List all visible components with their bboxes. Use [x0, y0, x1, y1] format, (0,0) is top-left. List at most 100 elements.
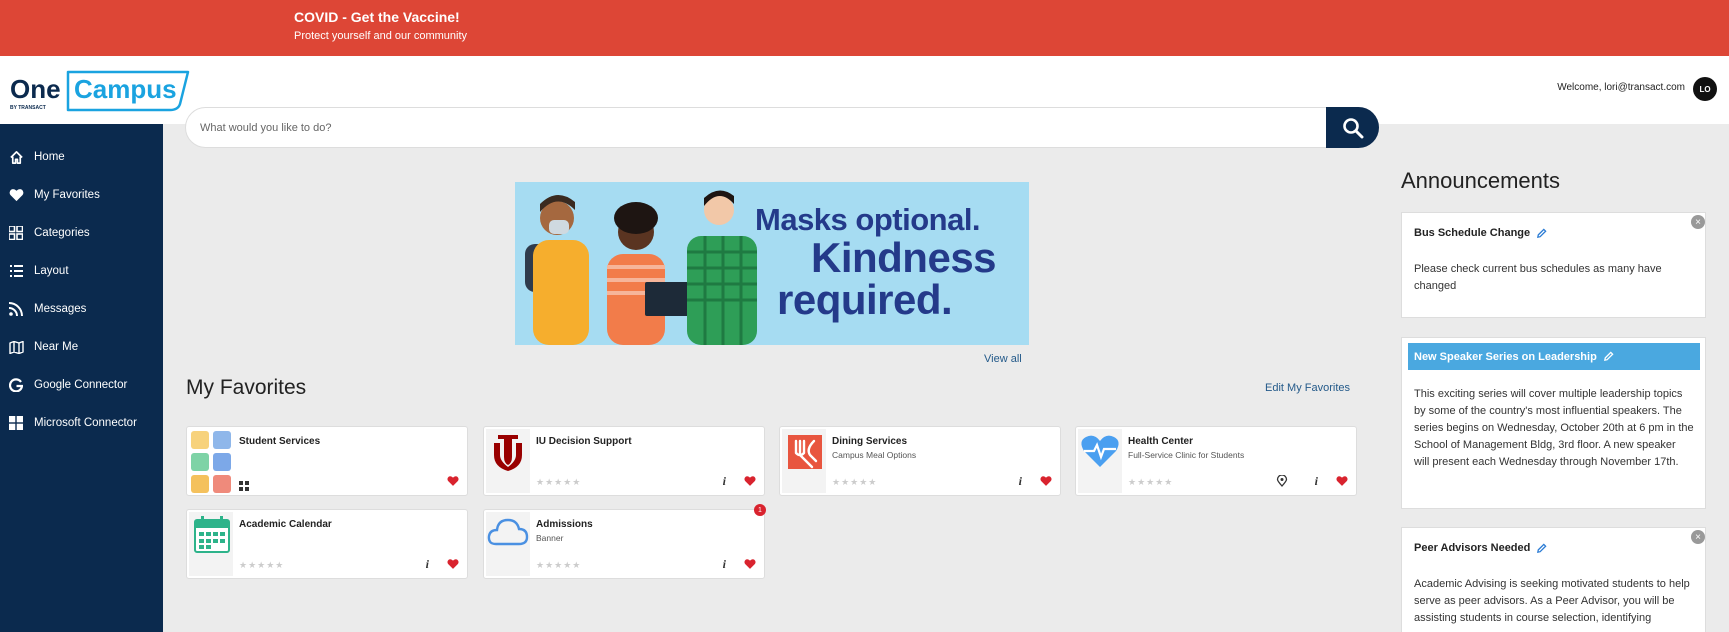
promo-banner-image[interactable]: Masks optional. Kindness required. [515, 182, 1029, 345]
cloud-icon [486, 512, 530, 576]
rss-icon [8, 301, 24, 317]
avatar[interactable]: LO [1693, 77, 1717, 101]
sidebar-item-layout[interactable]: Layout [0, 256, 163, 286]
sidebar-item-label: Home [34, 151, 65, 163]
sidebar-item-my-favorites[interactable]: My Favorites [0, 180, 163, 210]
card-subtitle: Full-Service Clinic for Students [1128, 450, 1245, 460]
edit-pencil-icon[interactable] [1536, 227, 1547, 239]
grid-icon[interactable] [239, 481, 249, 491]
location-pin-icon[interactable] [1276, 475, 1288, 487]
close-icon[interactable]: × [1691, 215, 1705, 229]
rating-stars[interactable]: ★★★★★ [1128, 477, 1173, 488]
map-icon [8, 339, 24, 355]
card-title: Student Services [239, 436, 321, 447]
sidebar-item-messages[interactable]: Messages [0, 294, 163, 324]
announcement-card: × Peer Advisors Needed Academic Advising… [1401, 527, 1706, 632]
view-all-link[interactable]: View all [984, 353, 1022, 365]
calendar-icon [189, 512, 233, 576]
sidebar-item-home[interactable]: Home [0, 142, 163, 172]
sidebar-item-label: Categories [34, 227, 90, 239]
sidebar-item-label: Layout [34, 265, 69, 277]
rating-stars[interactable]: ★★★★★ [832, 477, 877, 488]
home-icon [8, 149, 24, 165]
announcement-card: × Bus Schedule Change Please check curre… [1401, 212, 1706, 318]
announcement-title-highlighted: New Speaker Series on Leadership [1408, 343, 1700, 370]
search-icon [1342, 117, 1363, 138]
rating-stars[interactable]: ★★★★★ [239, 560, 284, 571]
favorite-card-dining-services[interactable]: Dining Services Campus Meal Options ★★★★… [779, 426, 1061, 496]
covid-banner[interactable]: COVID - Get the Vaccine! Protect yoursel… [0, 0, 1729, 56]
promo-line-2: Kindness [811, 234, 997, 281]
edit-pencil-icon[interactable] [1603, 351, 1614, 362]
sidebar-item-label: Microsoft Connector [34, 417, 137, 429]
my-favorites-heading: My Favorites [186, 376, 307, 399]
favorite-heart-icon[interactable] [744, 558, 756, 570]
announcement-title-text: Bus Schedule Change [1414, 227, 1531, 239]
windows-icon [8, 415, 24, 431]
favorite-card-admissions[interactable]: Admissions Banner ★★★★★ i 1 [483, 504, 766, 579]
favorite-card-academic-calendar[interactable]: Academic Calendar ★★★★★ i [186, 509, 468, 579]
announcement-title: Peer Advisors Needed [1414, 542, 1547, 554]
info-icon[interactable]: i [426, 557, 429, 572]
favorite-heart-icon[interactable] [1336, 475, 1348, 487]
announcement-title: Bus Schedule Change [1414, 227, 1547, 239]
search-input[interactable] [200, 108, 1300, 147]
list-icon [8, 263, 24, 279]
card-title: Health Center [1128, 436, 1194, 447]
favorite-heart-icon[interactable] [1040, 475, 1052, 487]
covid-banner-subtitle: Protect yourself and our community [294, 30, 468, 42]
card-title: Academic Calendar [239, 519, 332, 530]
card-title: Dining Services [832, 436, 908, 447]
announcement-title-text: New Speaker Series on Leadership [1414, 350, 1597, 363]
card-title: IU Decision Support [536, 436, 632, 447]
info-icon[interactable]: i [1315, 474, 1318, 489]
card-title: Admissions [536, 519, 593, 530]
announcement-body: Please check current bus schedules as ma… [1414, 263, 1662, 292]
notification-badge: 1 [754, 504, 766, 516]
welcome-text: Welcome, lori@transact.com [1557, 82, 1685, 93]
sidebar-item-label: Google Connector [34, 379, 128, 391]
iu-logo-icon [486, 429, 530, 493]
info-icon[interactable]: i [1019, 474, 1022, 489]
card-subtitle: Banner [536, 533, 564, 543]
favorite-card-student-services[interactable]: Student Services [186, 426, 468, 496]
sidebar-item-near-me[interactable]: Near Me [0, 332, 163, 362]
sidebar-item-google-connector[interactable]: Google Connector [0, 370, 163, 400]
svg-text:BY TRANSACT: BY TRANSACT [10, 105, 46, 111]
onecampus-logo[interactable]: One Campus BY TRANSACT [10, 66, 190, 114]
edit-my-favorites-link[interactable]: Edit My Favorites [1265, 382, 1350, 394]
announcement-title-text: Peer Advisors Needed [1414, 542, 1531, 554]
sidebar-item-microsoft-connector[interactable]: Microsoft Connector [0, 408, 163, 438]
sidebar-item-label: Messages [34, 303, 87, 315]
announcement-body: Academic Advising is seeking motivated s… [1414, 578, 1690, 624]
covid-banner-title: COVID - Get the Vaccine! [294, 9, 460, 25]
sidebar-item-label: Near Me [34, 341, 79, 353]
favorite-heart-icon[interactable] [447, 558, 459, 570]
search-bar [185, 107, 1379, 148]
heartbeat-icon [1078, 429, 1122, 493]
dining-icon [782, 429, 826, 493]
favorite-heart-icon[interactable] [447, 475, 459, 487]
card-subtitle: Campus Meal Options [832, 450, 917, 460]
rating-stars[interactable]: ★★★★★ [536, 560, 581, 571]
info-icon[interactable]: i [723, 474, 726, 489]
search-button[interactable] [1326, 107, 1379, 148]
info-icon[interactable]: i [723, 557, 726, 572]
student-services-icon [189, 429, 233, 493]
edit-pencil-icon[interactable] [1536, 542, 1547, 554]
announcement-body: This exciting series will cover multiple… [1414, 388, 1694, 468]
google-icon [8, 377, 24, 393]
promo-line-1: Masks optional. [755, 202, 981, 237]
sidebar: Home My Favorites Categories Layout Mess… [0, 124, 163, 632]
heart-icon [8, 187, 24, 203]
favorite-heart-icon[interactable] [744, 475, 756, 487]
rating-stars[interactable]: ★★★★★ [536, 477, 581, 488]
promo-line-3: required. [777, 276, 953, 323]
favorite-card-iu-decision-support[interactable]: IU Decision Support ★★★★★ i [483, 426, 765, 496]
grid-icon [8, 225, 24, 241]
sidebar-item-categories[interactable]: Categories [0, 218, 163, 248]
favorite-card-health-center[interactable]: Health Center Full-Service Clinic for St… [1075, 426, 1357, 496]
svg-text:One: One [10, 74, 61, 104]
announcements-heading: Announcements [1401, 168, 1560, 193]
close-icon[interactable]: × [1691, 530, 1705, 544]
